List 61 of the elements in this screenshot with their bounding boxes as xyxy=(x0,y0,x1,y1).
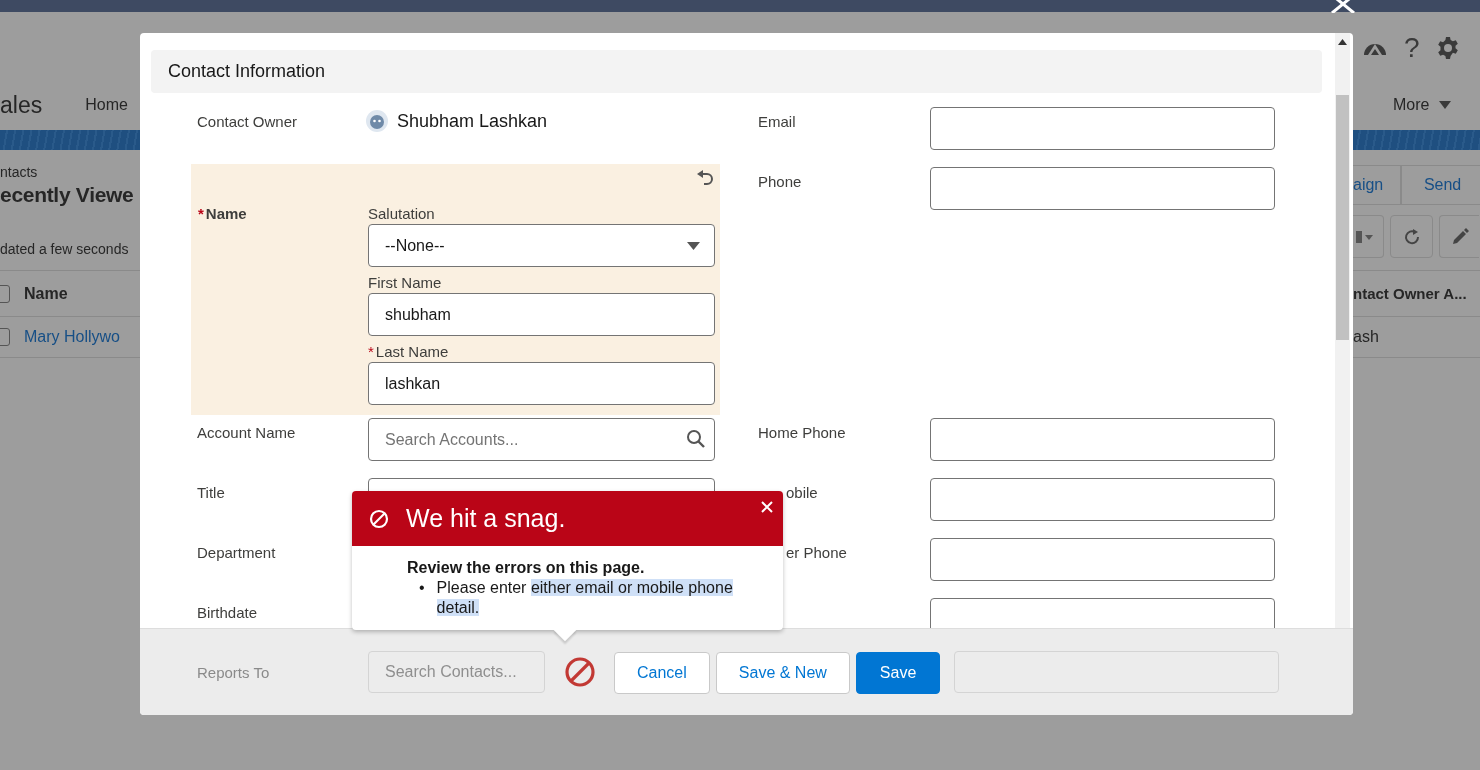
ban-icon[interactable] xyxy=(565,657,595,687)
pencil-icon xyxy=(1450,227,1469,246)
footer-button[interactable]: Cancel xyxy=(614,651,710,694)
undo-icon[interactable] xyxy=(696,169,714,187)
avatar-icon xyxy=(366,110,388,132)
field-label: Reports To xyxy=(197,663,270,681)
search-field[interactable]: Search Accounts... xyxy=(368,418,715,461)
ban-icon xyxy=(369,508,389,529)
input-field[interactable] xyxy=(930,167,1275,210)
app-name: ales xyxy=(0,91,43,119)
field-label: obile xyxy=(786,484,818,501)
input-field[interactable] xyxy=(930,418,1275,461)
breadcrumb[interactable]: ntacts xyxy=(0,164,140,180)
close-button[interactable] xyxy=(759,499,775,515)
field-label: Account Name xyxy=(197,424,296,441)
list-title: ecently Viewe xyxy=(0,182,135,208)
field-label: Department xyxy=(197,544,276,561)
field-label: Phone xyxy=(758,173,802,190)
field-label: *Name xyxy=(198,205,247,222)
field-label: First Name xyxy=(368,274,442,291)
updated-text: dated a few seconds xyxy=(0,241,130,257)
scroll-up-icon[interactable] xyxy=(1338,39,1347,45)
refresh-icon xyxy=(1402,227,1421,246)
table-cell: ash xyxy=(1353,328,1379,346)
caret-icon xyxy=(1439,101,1452,109)
nav-tab[interactable]: Home xyxy=(85,96,128,114)
save-button[interactable]: Save xyxy=(855,651,941,694)
scrollbar-thumb[interactable] xyxy=(1336,95,1349,340)
field-label: er Phone xyxy=(786,544,847,561)
field-label: Birthdate xyxy=(197,604,258,621)
column-header[interactable]: Name xyxy=(24,284,68,303)
input-field[interactable] xyxy=(930,107,1275,150)
error-title: We hit a snag. xyxy=(406,504,566,533)
table-caret-icon xyxy=(1356,229,1374,244)
more-tab[interactable]: More xyxy=(1393,96,1430,114)
field-label: Salutation xyxy=(368,205,435,222)
owner-name[interactable]: Shubham Lashkan xyxy=(397,110,548,132)
caret-icon xyxy=(687,241,700,250)
error-message: Please enter either email or mobile phone detail. xyxy=(436,578,734,618)
field-label: Title xyxy=(197,484,225,501)
field-label: Home Phone xyxy=(758,424,846,441)
field-label: Contact Owner xyxy=(197,113,298,130)
column-header[interactable]: ntact Owner A... xyxy=(1353,285,1467,302)
field-label: Email xyxy=(758,113,796,130)
input-field[interactable]: shubham xyxy=(368,293,715,336)
input-field[interactable]: lashkan xyxy=(368,362,715,405)
search-icon xyxy=(686,429,706,449)
footer-button[interactable]: Save & New xyxy=(715,651,850,694)
salutation-select[interactable]: --None-- xyxy=(368,224,715,267)
edit-button[interactable] xyxy=(1439,215,1479,258)
section-header[interactable]: Contact Information xyxy=(151,50,1322,93)
contact-link[interactable]: Mary Hollywo xyxy=(24,328,120,346)
header-button[interactable]: Send xyxy=(1400,165,1480,205)
input-field[interactable] xyxy=(930,478,1275,521)
refresh-button[interactable] xyxy=(1390,215,1433,258)
field-label: *Last Name xyxy=(368,343,449,360)
error-heading: Review the errors on this page. xyxy=(407,558,646,578)
bullet: • xyxy=(419,578,425,598)
settings-icon[interactable] xyxy=(1435,36,1460,60)
input-field[interactable] xyxy=(930,538,1275,581)
help-button[interactable]: ? xyxy=(1404,33,1420,63)
